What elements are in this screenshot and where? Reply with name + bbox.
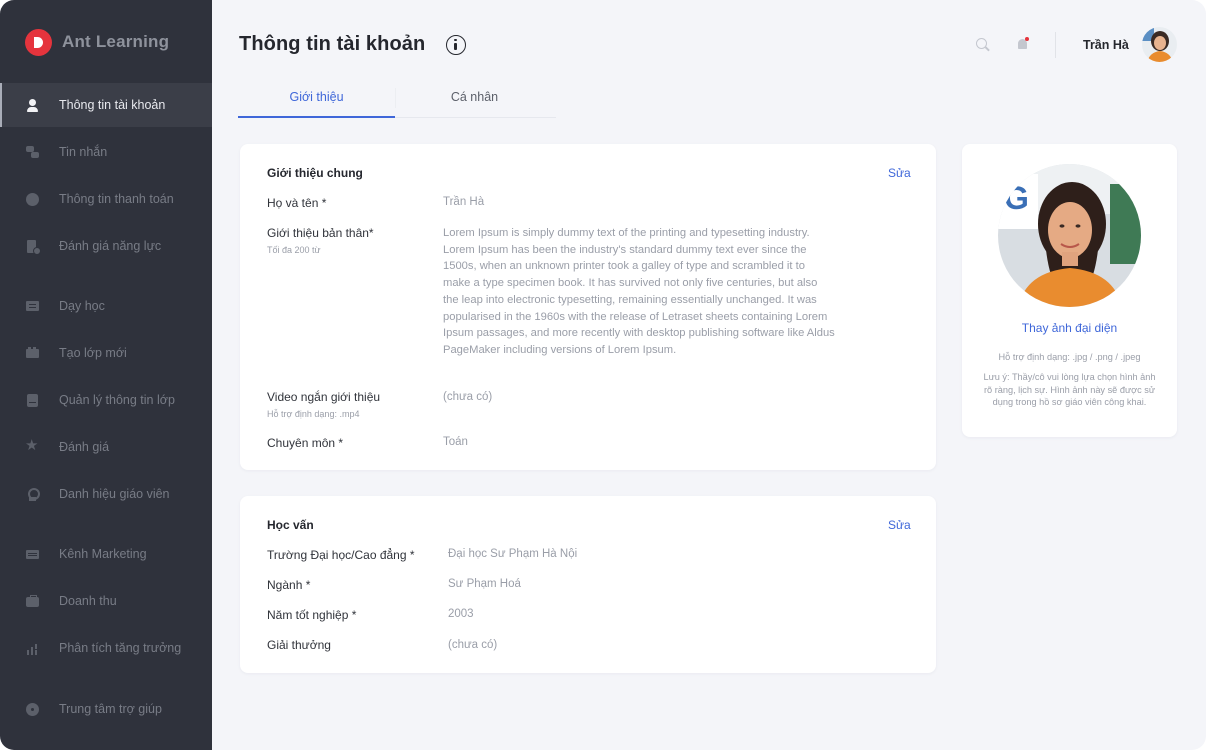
sidebar-item-payment-info[interactable]: Thông tin thanh toán [0, 177, 212, 221]
brand[interactable]: Ant Learning [25, 28, 169, 56]
graduation-year-value: 2003 [448, 608, 474, 620]
brand-logo-icon [25, 28, 52, 56]
sidebar-item-label: Thông tin tài khoản [59, 98, 166, 112]
sidebar-item-help-center[interactable]: Trung tâm trợ giúp [0, 687, 212, 731]
sidebar-item-label: Quản lý thông tin lớp [59, 393, 175, 407]
sidebar-item-assessment[interactable]: Đánh giá năng lực [0, 224, 212, 268]
bio-value: Lorem Ipsum is simply dummy text of the … [443, 227, 835, 356]
sidebar-item-teacher-titles[interactable]: Danh hiệu giáo viên [0, 472, 212, 516]
change-photo-button[interactable]: Thay ảnh đại diện [962, 321, 1177, 335]
field-label: Họ và tên * [267, 196, 327, 210]
card-title: Giới thiệu chung [267, 166, 363, 180]
edit-intro-button[interactable]: Sửa [888, 166, 911, 180]
teaching-icon [26, 300, 39, 313]
sidebar-item-teaching[interactable]: Dạy học [0, 284, 212, 328]
card-title: Học vấn [267, 518, 314, 532]
video-value: (chưa có) [443, 391, 493, 403]
sidebar-item-label: Đánh giá [59, 440, 110, 454]
tab-introduction[interactable]: Giới thiệu [238, 80, 395, 118]
education-card [240, 496, 936, 673]
info-icon[interactable] [446, 35, 466, 55]
message-icon [26, 145, 39, 159]
photo-note: Lưu ý: Thầy/cô vui lòng lựa chọn hình ản… [983, 372, 1156, 408]
sidebar-item-label: Kênh Marketing [59, 547, 147, 561]
brand-name: Ant Learning [62, 32, 170, 51]
sidebar-item-growth-analysis[interactable]: Phân tích tăng trưởng [0, 626, 212, 670]
search-icon[interactable] [976, 38, 990, 52]
sidebar-item-class-management[interactable]: Quản lý thông tin lớp [0, 378, 212, 422]
payment-icon [26, 192, 39, 206]
field-label: Ngành * [267, 578, 311, 592]
sidebar-item-label: Đánh giá năng lực [59, 239, 162, 253]
star-icon [25, 438, 39, 454]
sidebar-item-label: Tin nhắn [59, 145, 108, 159]
field-label: Video ngắn giới thiệu [267, 390, 381, 404]
school-value: Đại học Sư Phạm Hà Nội [448, 548, 578, 560]
sidebar-item-reviews[interactable]: Đánh giá [0, 425, 212, 469]
sidebar-item-label: Tạo lớp mới [59, 346, 127, 360]
sidebar-item-label: Thông tin thanh toán [59, 192, 174, 206]
field-label: Chuyên môn * [267, 436, 344, 450]
class-list-icon [26, 393, 39, 407]
marketing-icon [26, 548, 39, 561]
sidebar-item-account-info[interactable]: Thông tin tài khoản [0, 83, 212, 127]
notification-bell-icon[interactable] [1016, 37, 1030, 52]
tab-personal[interactable]: Cá nhân [396, 80, 553, 118]
assessment-icon [26, 239, 41, 255]
photo-format-note: Hỗ trợ định dạng: .jpg / .png / .jpeg [998, 352, 1141, 362]
field-label: Năm tốt nghiệp * [267, 608, 357, 622]
header-divider [1055, 32, 1056, 58]
user-icon [26, 98, 39, 112]
field-label: Giải thưởng [267, 638, 331, 652]
create-class-icon [26, 346, 39, 360]
revenue-icon [26, 594, 39, 608]
page-title: Thông tin tài khoản [239, 33, 426, 55]
sidebar-item-marketing[interactable]: Kênh Marketing [0, 532, 212, 576]
sidebar-item-messages[interactable]: Tin nhắn [0, 130, 212, 174]
field-label: Trường Đại học/Cao đẳng * [267, 548, 415, 562]
field-label: Giới thiệu bản thân* [267, 226, 374, 240]
field-hint: Tối đa 200 từ [267, 245, 321, 255]
profile-photo: G [998, 164, 1141, 307]
sidebar-item-label: Danh hiệu giáo viên [59, 487, 170, 501]
awards-value: (chưa có) [448, 639, 498, 651]
field-hint: Hỗ trợ định dạng: .mp4 [267, 409, 360, 419]
specialty-value: Toán [443, 436, 468, 448]
app-window: Ant Learning Thông tin tài khoản Tin nhắ… [0, 0, 1206, 750]
major-value: Sư Phạm Hoá [448, 578, 521, 590]
award-icon [26, 487, 40, 501]
sidebar-item-create-class[interactable]: Tạo lớp mới [0, 331, 212, 375]
sidebar-item-label: Trung tâm trợ giúp [59, 702, 162, 716]
avatar[interactable] [1142, 27, 1177, 62]
user-name[interactable]: Trần Hà [1083, 38, 1129, 52]
edit-education-button[interactable]: Sửa [888, 518, 911, 532]
sidebar-item-label: Phân tích tăng trưởng [59, 641, 182, 655]
help-icon [26, 702, 39, 716]
sidebar-item-label: Dạy học [59, 299, 105, 313]
growth-chart-icon [26, 642, 39, 655]
full-name-value: Trần Hà [443, 196, 485, 208]
sidebar-item-label: Doanh thu [59, 594, 117, 608]
profile-tabs: Giới thiệu Cá nhân [238, 80, 556, 118]
sidebar: Ant Learning Thông tin tài khoản Tin nhắ… [0, 0, 212, 750]
sidebar-item-revenue[interactable]: Doanh thu [0, 579, 212, 623]
